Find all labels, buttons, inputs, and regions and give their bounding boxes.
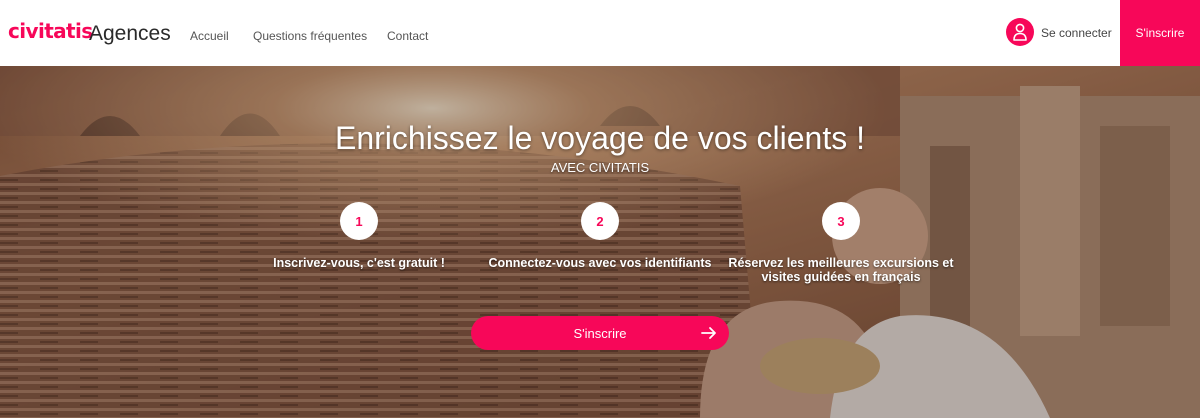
hero-overlay [0, 66, 1200, 418]
step-3-number: 3 [822, 202, 860, 240]
signup-cta-button[interactable]: S'inscrire [471, 316, 729, 350]
hero-section: Enrichissez le voyage de vos clients ! A… [0, 66, 1200, 418]
site-header: civitatis Agences Accueil Questions fréq… [0, 0, 1200, 66]
nav-contact[interactable]: Contact [387, 29, 428, 43]
civitatis-logo[interactable]: civitatis [8, 19, 93, 43]
signup-header-button[interactable]: S'inscrire [1120, 0, 1200, 66]
nav-questions-frequentes[interactable]: Questions fréquentes [253, 29, 367, 43]
step-3-text: Réservez les meilleures excursions et vi… [728, 256, 954, 284]
brand-subtitle: Agences [89, 22, 171, 45]
hero-title: Enrichissez le voyage de vos clients ! [334, 120, 866, 156]
arrow-right-icon [701, 327, 716, 339]
step-1-text: Inscrivez-vous, c'est gratuit ! [273, 256, 445, 270]
step-1-number: 1 [340, 202, 378, 240]
nav-accueil[interactable]: Accueil [190, 29, 229, 43]
user-icon[interactable] [1006, 18, 1034, 46]
signup-cta-label: S'inscrire [573, 325, 627, 341]
login-link[interactable]: Se connecter [1041, 26, 1112, 40]
user-icon-glyph [1013, 23, 1027, 41]
hero-subtitle: AVEC CIVITATIS [550, 160, 650, 175]
step-2-number: 2 [581, 202, 619, 240]
step-2-text: Connectez-vous avec vos identifiants [488, 256, 712, 270]
